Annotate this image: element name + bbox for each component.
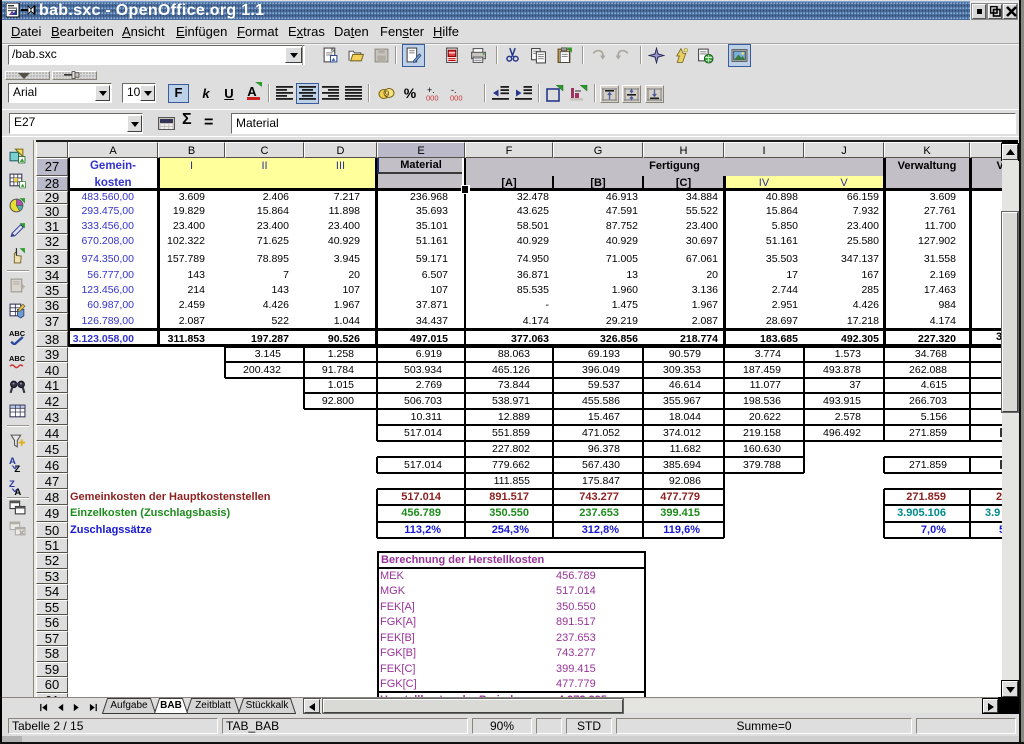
svg-text:9: 9 xyxy=(385,90,390,99)
svg-text:ABC: ABC xyxy=(9,328,26,337)
svg-text:ABC: ABC xyxy=(9,353,26,362)
svg-text:000: 000 xyxy=(426,94,439,103)
svg-text:000: 000 xyxy=(450,94,463,103)
